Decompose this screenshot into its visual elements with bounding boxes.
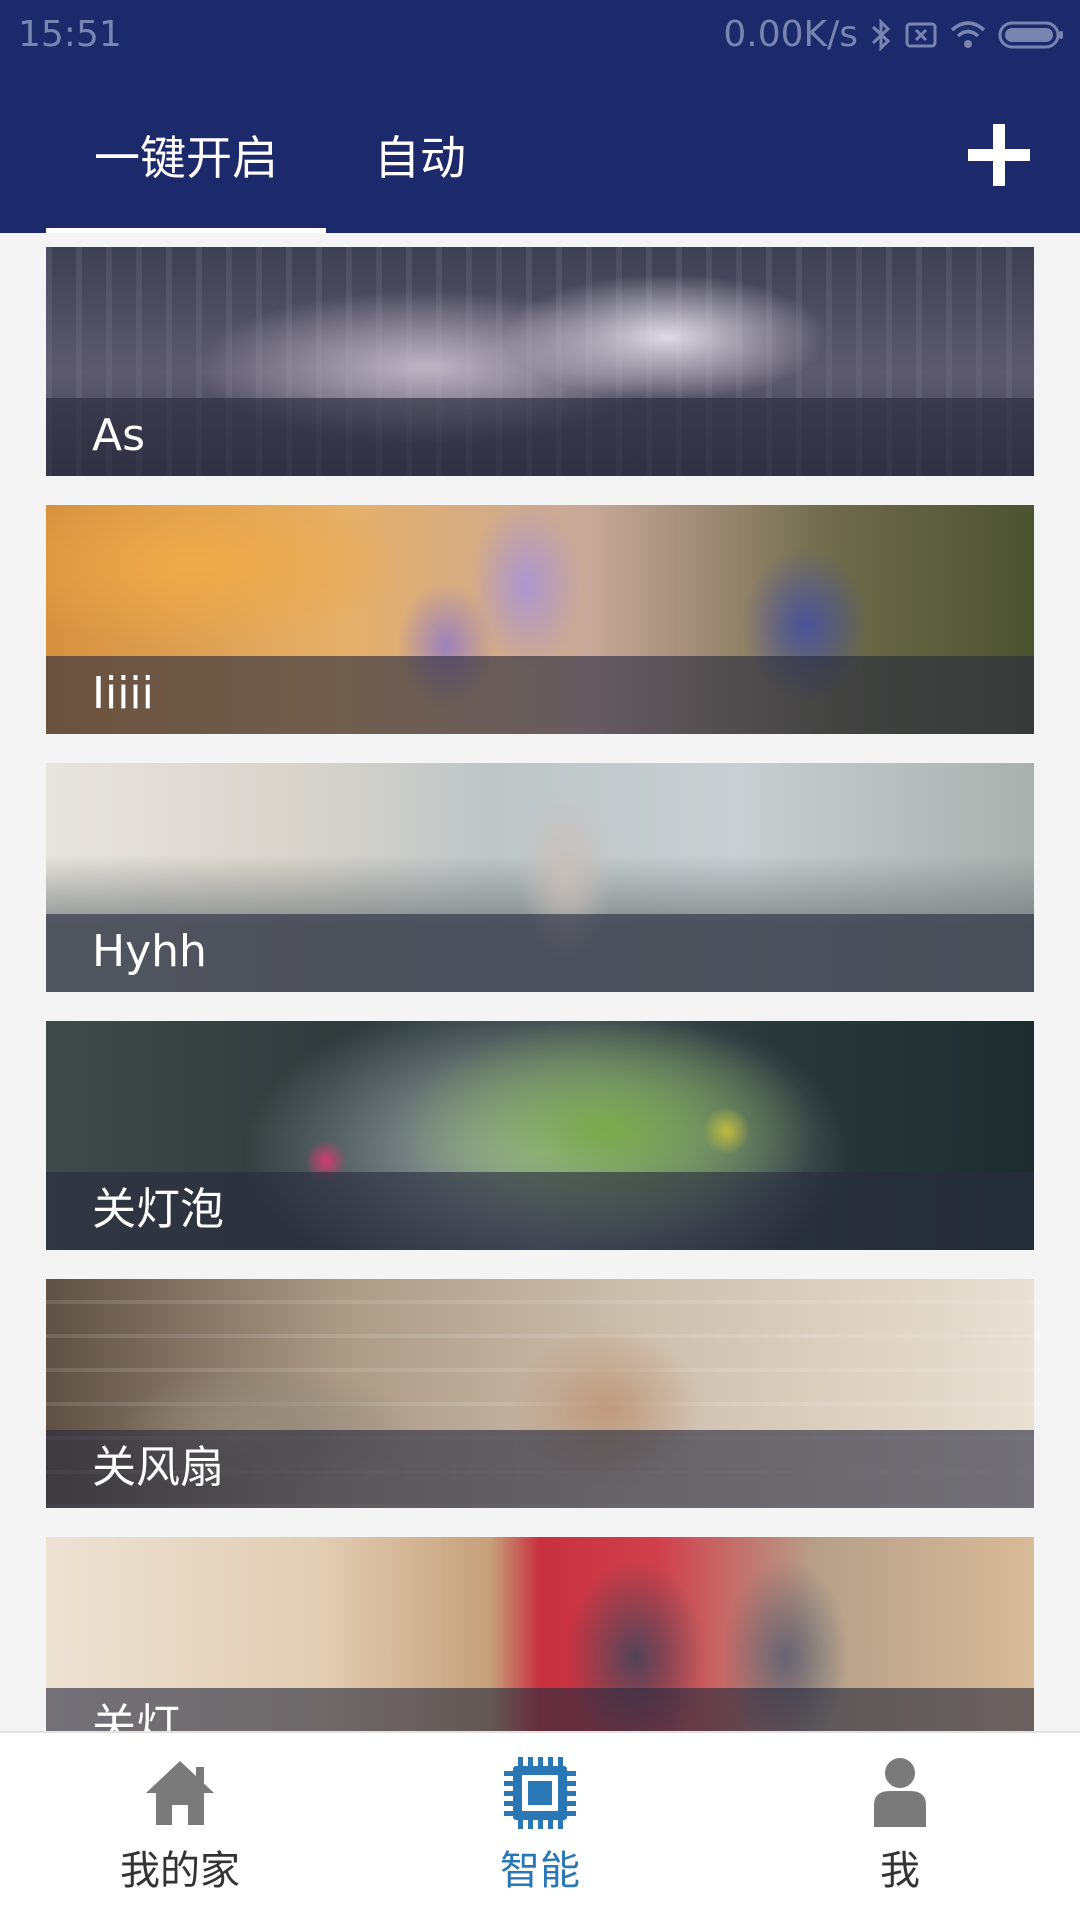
wifi-icon xyxy=(950,20,986,50)
scene-list[interactable]: As Iiiii Hyhh 关灯泡 关风扇 关灯 xyxy=(0,233,1080,1731)
nav-me[interactable]: 我 xyxy=(720,1733,1080,1920)
status-bar: 15:51 0.00K/s xyxy=(0,0,1080,76)
scene-label-bar xyxy=(46,1688,1034,1731)
bluetooth-icon xyxy=(870,17,892,53)
nav-my-home[interactable]: 我的家 xyxy=(0,1733,360,1920)
scene-card[interactable]: As xyxy=(46,247,1034,476)
scene-card[interactable]: 关灯泡 xyxy=(46,1021,1034,1250)
status-indicators: 0.00K/s xyxy=(723,14,1064,55)
status-time: 15:51 xyxy=(18,14,122,55)
person-icon xyxy=(874,1758,926,1827)
smart-scenes-screen: 15:51 0.00K/s 一键开启 自动 As Iiiii Hyhh 关灯泡 … xyxy=(0,0,1080,1920)
nav-label: 智能 xyxy=(500,1848,580,1894)
add-scene-button[interactable] xyxy=(956,112,1042,198)
home-icon xyxy=(146,1761,214,1825)
scene-name: 关灯 xyxy=(92,1700,180,1731)
scene-name: Iiiii xyxy=(92,668,154,719)
scene-label-bar xyxy=(46,398,1034,476)
nav-label: 我 xyxy=(880,1848,920,1894)
tab-auto[interactable]: 自动 xyxy=(340,76,500,233)
scene-card[interactable]: 关灯 xyxy=(46,1537,1034,1731)
app-header: 15:51 0.00K/s 一键开启 自动 xyxy=(0,0,1080,233)
scene-name: As xyxy=(92,410,146,461)
scene-name: 关灯泡 xyxy=(92,1184,224,1235)
bottom-navigation: 我的家 智能 我 xyxy=(0,1731,1080,1920)
scene-card[interactable]: 关风扇 xyxy=(46,1279,1034,1508)
battery-icon xyxy=(998,20,1064,50)
scene-card[interactable]: Iiiii xyxy=(46,505,1034,734)
scene-type-tabs: 一键开启 自动 xyxy=(0,76,1080,233)
scene-card[interactable]: Hyhh xyxy=(46,763,1034,992)
nav-smart[interactable]: 智能 xyxy=(360,1733,720,1920)
chip-icon xyxy=(504,1757,576,1829)
scene-label-bar xyxy=(46,656,1034,734)
tab-one-click[interactable]: 一键开启 xyxy=(46,76,326,233)
scene-name: Hyhh xyxy=(92,926,207,977)
no-sim-icon xyxy=(904,20,938,50)
network-speed: 0.00K/s xyxy=(723,14,858,55)
plus-icon xyxy=(968,124,1030,186)
scene-name: 关风扇 xyxy=(92,1442,224,1493)
nav-label: 我的家 xyxy=(120,1848,240,1894)
